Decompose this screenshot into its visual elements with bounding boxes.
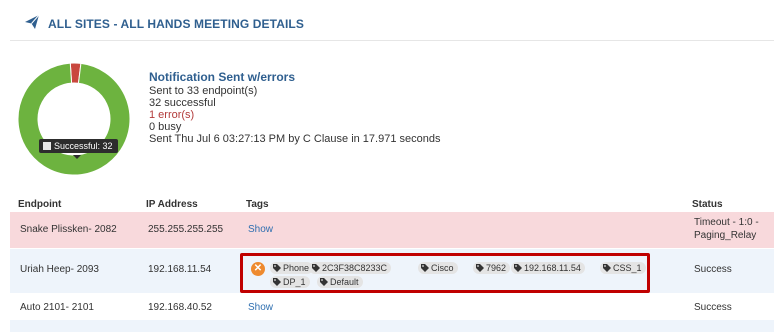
- summary-successful: 32 successful: [149, 97, 216, 109]
- ip-address: 192.168.40.52: [148, 302, 212, 313]
- tag-label: 192.168.11.54: [524, 263, 581, 273]
- page-title: ALL SITES - ALL HANDS MEETING DETAILS: [48, 16, 304, 31]
- ip-address: 255.255.255.255: [148, 224, 224, 235]
- status-text: Success: [694, 302, 732, 313]
- tag-label: 7962: [486, 263, 507, 273]
- tag-label: Default: [330, 277, 359, 287]
- table-row: Snake Plissken- 2082 255.255.255.255 Sho…: [10, 212, 774, 249]
- show-tags-link[interactable]: Show: [248, 302, 273, 313]
- summary-sent-info: Sent Thu Jul 6 03:27:13 PM by C Clause i…: [149, 133, 441, 145]
- tag-chip: 7962: [473, 262, 511, 274]
- tag-icon: [514, 264, 522, 272]
- status-text: Timeout - 1:0 -: [694, 217, 759, 228]
- tag-icon: [476, 264, 484, 272]
- tag-chip: Cisco: [418, 262, 458, 274]
- tag-label: Phone: [283, 263, 310, 273]
- endpoint-name: Uriah Heep- 2093: [20, 264, 99, 275]
- tag-chip: 192.168.11.54: [511, 262, 585, 274]
- summary-sent-to: Sent to 33 endpoint(s): [149, 85, 258, 97]
- endpoint-table: Endpoint IP Address Tags Status Snake Pl…: [10, 196, 774, 321]
- tag-icon: [273, 278, 281, 286]
- col-header-ip: IP Address: [146, 199, 198, 210]
- tag-icon: [273, 264, 281, 272]
- summary-heading: Notification Sent w/errors: [149, 70, 296, 84]
- tags-highlight-box: ✕ Phone 2C3F38C8233C Cisco 7962 192.168.11.5…: [240, 253, 650, 293]
- header-divider: [10, 40, 774, 41]
- tag-label: CSS_1: [613, 263, 642, 273]
- paper-plane-icon: [24, 14, 40, 33]
- table-row: Auto 2101- 2101 192.168.40.52 Show Succe…: [10, 294, 774, 321]
- endpoint-name: Snake Plissken- 2082: [20, 224, 117, 235]
- col-header-tags: Tags: [246, 199, 269, 210]
- col-header-status: Status: [692, 199, 723, 210]
- endpoint-name: Auto 2101- 2101: [20, 302, 94, 313]
- chart-tooltip: Successful: 32: [39, 139, 118, 153]
- table-header: Endpoint IP Address Tags Status: [10, 196, 774, 212]
- status-text: Success: [694, 264, 732, 275]
- tag-icon: [312, 264, 320, 272]
- show-tags-link[interactable]: Show: [248, 224, 273, 235]
- tag-chip: 2C3F38C8233C: [309, 262, 392, 274]
- hide-tags-close-icon[interactable]: ✕: [251, 262, 265, 276]
- tag-chip: DP_1: [270, 276, 310, 288]
- tooltip-arrow: [73, 155, 81, 159]
- tooltip-swatch: [43, 142, 51, 150]
- notification-summary: Notification Sent w/errors Sent to 33 en…: [149, 71, 440, 145]
- tag-icon: [421, 264, 429, 272]
- table-row: Uriah Heep- 2093 192.168.11.54 ✕ Phone 2C…: [10, 249, 774, 294]
- page-header: ALL SITES - ALL HANDS MEETING DETAILS: [24, 14, 304, 33]
- col-header-endpoint: Endpoint: [18, 199, 62, 210]
- summary-errors: 1 error(s): [149, 109, 195, 121]
- tag-chip: Phone: [270, 262, 314, 274]
- summary-busy: 0 busy: [149, 121, 182, 133]
- tag-label: DP_1: [283, 277, 306, 287]
- ip-address: 192.168.11.54: [148, 264, 212, 275]
- tag-chip: CSS_1: [600, 262, 646, 274]
- tag-label: Cisco: [431, 263, 454, 273]
- tag-label: 2C3F38C8233C: [322, 263, 388, 273]
- tag-icon: [603, 264, 611, 272]
- status-text-detail: Paging_Relay: [694, 230, 757, 241]
- next-row-partial: [10, 320, 774, 332]
- tooltip-text: Successful: 32: [54, 141, 113, 151]
- tag-chip: Default: [317, 276, 363, 288]
- tag-icon: [320, 278, 328, 286]
